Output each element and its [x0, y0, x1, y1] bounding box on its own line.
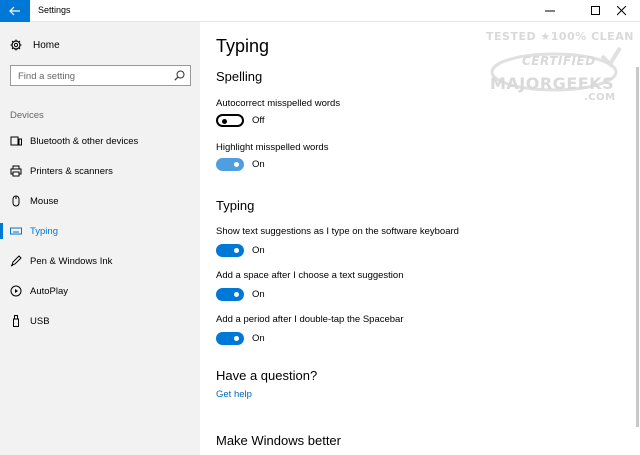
- sidebar-item-mouse[interactable]: Mouse: [0, 188, 200, 214]
- autocorrect-state: Off: [252, 115, 265, 126]
- page-title: Typing: [216, 36, 270, 56]
- minimize-button[interactable]: [532, 0, 568, 22]
- printer-icon: [10, 165, 22, 177]
- search-placeholder: Find a setting: [18, 71, 76, 82]
- majorgeeks-watermark: TESTED ★100% CLEAN CERTIFIED MAJORGEEKS …: [484, 28, 633, 108]
- suggestions-toggle-row: On: [216, 244, 265, 257]
- usb-icon: [13, 315, 19, 327]
- suggestions-label: Show text suggestions as I type on the s…: [216, 226, 459, 237]
- period-toggle[interactable]: [216, 332, 244, 345]
- highlight-toggle-row: On: [216, 158, 265, 171]
- typing-heading: Typing: [216, 198, 255, 213]
- highlight-state: On: [252, 159, 265, 170]
- scroll-thumb[interactable]: [636, 67, 639, 427]
- devices-section-title: Devices: [10, 110, 44, 121]
- period-label: Add a period after I double-tap the Spac…: [216, 314, 404, 325]
- highlight-toggle[interactable]: [216, 158, 244, 171]
- scrollbar[interactable]: [634, 22, 640, 455]
- sidebar-item-label: USB: [30, 316, 50, 327]
- keyboard-icon: [10, 227, 22, 235]
- sidebar-item-label: Typing: [30, 226, 58, 237]
- minimize-icon: [545, 10, 555, 12]
- get-help-link[interactable]: Get help: [216, 389, 252, 400]
- gear-icon: [10, 39, 22, 51]
- home-label: Home: [33, 39, 60, 51]
- mouse-icon: [12, 195, 20, 207]
- sidebar-item-label: Pen & Windows Ink: [30, 256, 113, 267]
- home-nav-item[interactable]: Home: [10, 39, 60, 51]
- sidebar-item-autoplay[interactable]: AutoPlay: [0, 278, 200, 304]
- sidebar-item-pen[interactable]: Pen & Windows Ink: [0, 248, 200, 274]
- sidebar-item-label: Bluetooth & other devices: [30, 136, 139, 147]
- window-title: Settings: [38, 5, 71, 15]
- watermark-line-4: .COM: [584, 92, 616, 103]
- sidebar-item-bluetooth[interactable]: Bluetooth & other devices: [0, 128, 200, 154]
- suggestions-toggle[interactable]: [216, 244, 244, 257]
- close-icon: [617, 6, 627, 16]
- watermark-line-2: CERTIFIED: [522, 54, 596, 68]
- sidebar-item-label: AutoPlay: [30, 286, 69, 297]
- sidebar-item-usb[interactable]: USB: [0, 308, 200, 334]
- bluetooth-devices-icon: [10, 136, 22, 146]
- sidebar-item-label: Printers & scanners: [30, 166, 113, 177]
- space-toggle-row: On: [216, 288, 265, 301]
- suggestions-state: On: [252, 245, 265, 256]
- autocorrect-toggle-row: Off: [216, 114, 265, 127]
- spelling-heading: Spelling: [216, 69, 263, 84]
- autoplay-icon: [10, 285, 22, 297]
- make-windows-better-heading: Make Windows better: [216, 433, 341, 448]
- question-heading: Have a question?: [216, 368, 318, 383]
- pen-icon: [10, 255, 22, 267]
- toggle-knob: [222, 118, 227, 124]
- period-state: On: [252, 333, 265, 344]
- space-label: Add a space after I choose a text sugges…: [216, 270, 404, 281]
- highlight-label: Highlight misspelled words: [216, 142, 329, 153]
- watermark-line-1: TESTED ★100% CLEAN: [486, 30, 634, 43]
- back-button[interactable]: [0, 0, 30, 22]
- search-input[interactable]: Find a setting: [10, 65, 191, 86]
- toggle-knob: [234, 292, 239, 297]
- title-bar: Settings: [0, 0, 640, 22]
- autocorrect-label: Autocorrect misspelled words: [216, 98, 341, 109]
- toggle-knob: [234, 162, 239, 167]
- close-button[interactable]: [604, 0, 640, 22]
- maximize-icon: [591, 6, 600, 15]
- back-arrow-icon: [9, 6, 20, 16]
- toggle-knob: [234, 336, 239, 341]
- sidebar-item-label: Mouse: [30, 196, 59, 207]
- toggle-knob: [234, 248, 239, 253]
- sidebar-item-printers[interactable]: Printers & scanners: [0, 158, 200, 184]
- space-toggle[interactable]: [216, 288, 244, 301]
- sidebar: Home Find a setting Devices Bluetooth & …: [0, 22, 200, 455]
- search-icon[interactable]: [174, 70, 185, 81]
- space-state: On: [252, 289, 265, 300]
- period-toggle-row: On: [216, 332, 265, 345]
- watermark-line-3: MAJORGEEKS: [490, 74, 615, 93]
- autocorrect-toggle[interactable]: [216, 114, 244, 127]
- sidebar-item-typing[interactable]: Typing: [0, 218, 200, 244]
